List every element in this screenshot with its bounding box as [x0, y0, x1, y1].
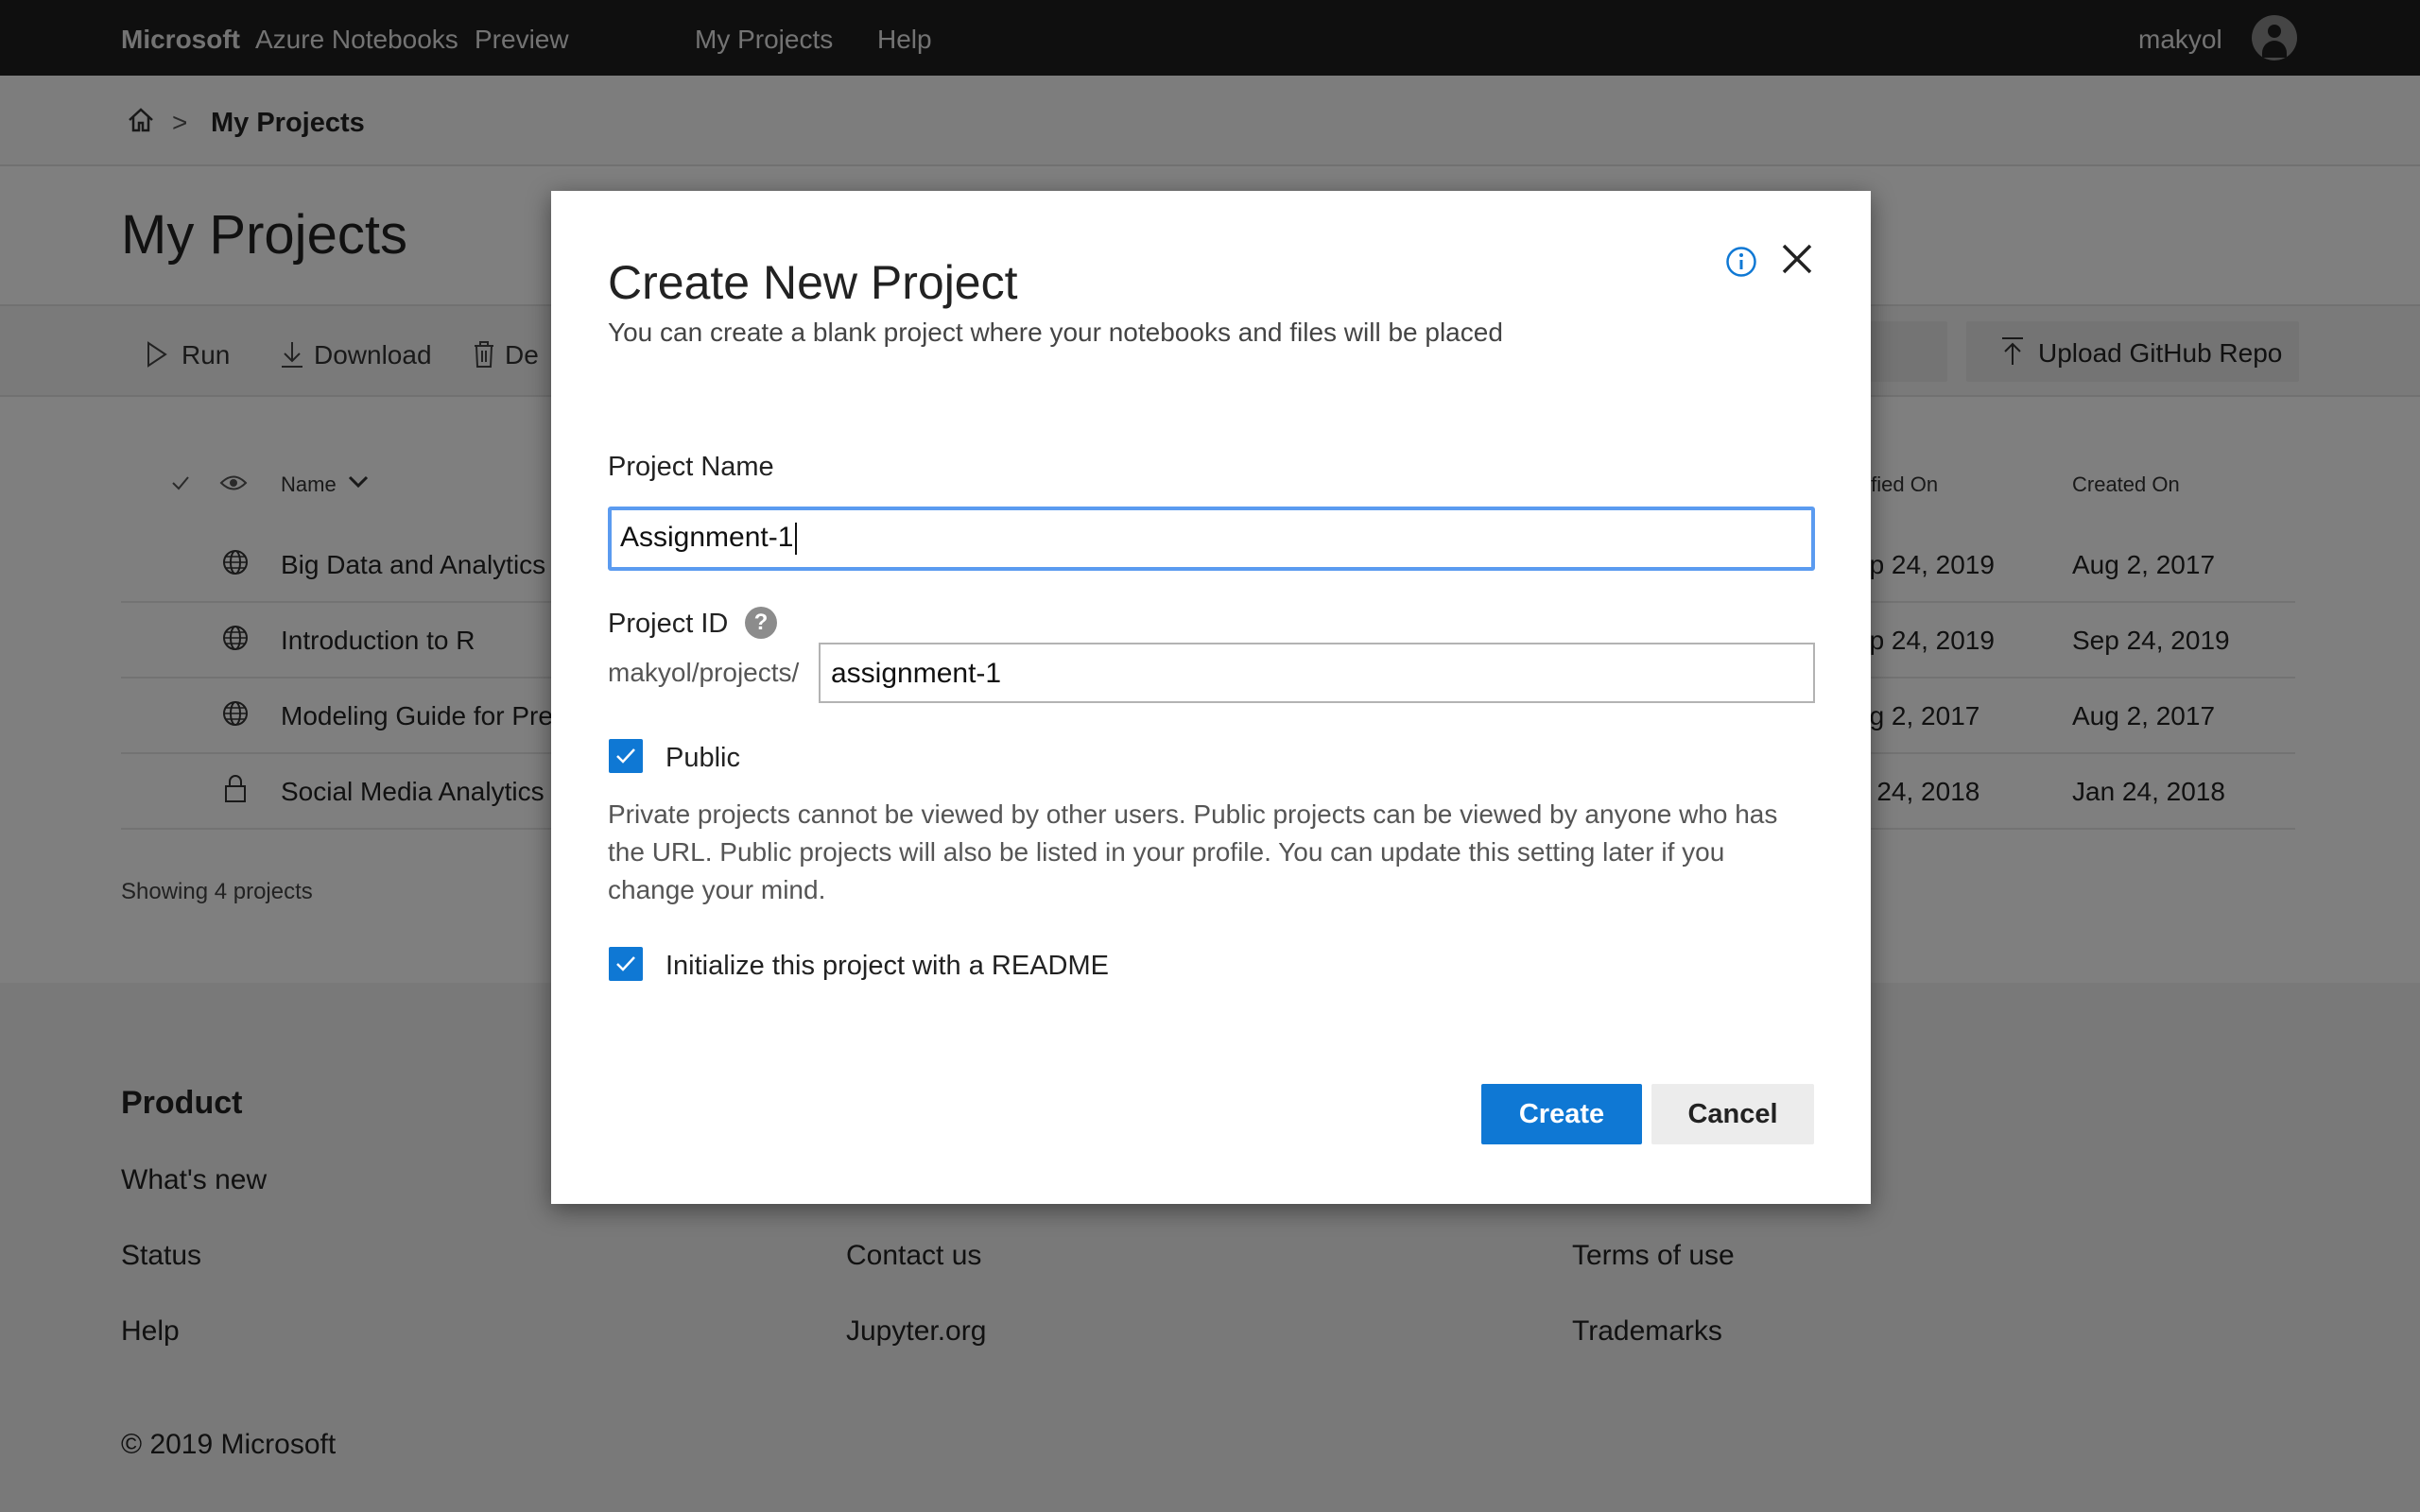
project-id-label: Project ID — [608, 609, 729, 639]
project-name-label: Project Name — [608, 452, 774, 482]
readme-checkbox[interactable] — [609, 947, 643, 981]
help-icon[interactable]: ? — [745, 607, 777, 639]
project-name-input[interactable]: Assignment-1 — [608, 507, 1815, 571]
create-button[interactable]: Create — [1481, 1084, 1642, 1144]
public-label[interactable]: Public — [666, 743, 740, 774]
checkmark-icon — [616, 956, 635, 971]
text-caret — [795, 523, 798, 556]
dialog-title: Create New Project — [608, 256, 1018, 309]
checkmark-icon — [616, 748, 635, 764]
readme-label[interactable]: Initialize this project with a README — [666, 951, 1109, 982]
close-icon[interactable] — [1778, 240, 1816, 278]
project-id-input[interactable]: assignment-1 — [819, 643, 1815, 703]
info-icon[interactable] — [1725, 246, 1757, 278]
create-project-dialog: Create New Project You can create a blan… — [551, 191, 1871, 1204]
dialog-subtitle: You can create a blank project where you… — [608, 318, 1503, 347]
public-checkbox[interactable] — [609, 739, 643, 773]
public-description: Private projects cannot be viewed by oth… — [608, 799, 1778, 904]
project-id-prefix: makyol/projects/ — [608, 658, 800, 687]
project-name-value: Assignment-1 — [620, 522, 794, 553]
cancel-button[interactable]: Cancel — [1651, 1084, 1814, 1144]
